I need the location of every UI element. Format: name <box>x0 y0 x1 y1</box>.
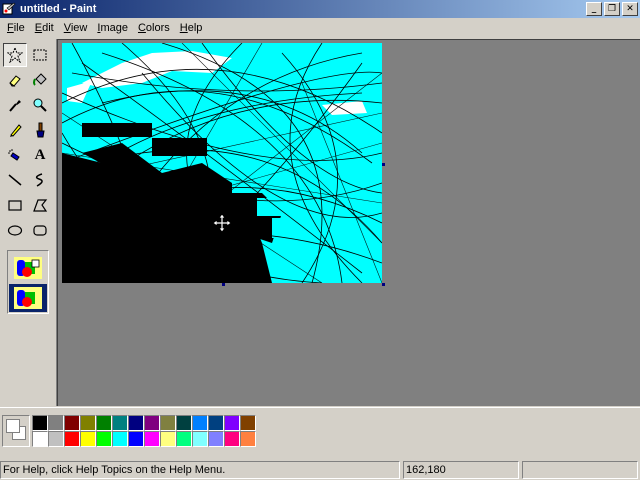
menu-image[interactable]: Image <box>92 20 133 37</box>
palette-color-swatch[interactable] <box>80 415 96 431</box>
canvas-drawing <box>62 43 382 283</box>
tool-eraser[interactable] <box>3 68 27 92</box>
title-bar[interactable]: untitled - Paint _ ❐ ✕ <box>0 0 640 18</box>
foreground-color <box>6 419 20 433</box>
palette-color-swatch[interactable] <box>176 431 192 447</box>
line-icon <box>8 174 22 186</box>
tool-options-box <box>7 250 49 314</box>
tool-polygon[interactable] <box>28 193 52 217</box>
palette-color-swatch[interactable] <box>192 431 208 447</box>
transparent-selection-option[interactable] <box>9 284 47 312</box>
pencil-icon <box>10 124 22 137</box>
restore-button[interactable]: ❐ <box>604 2 620 16</box>
menu-view[interactable]: View <box>59 20 93 37</box>
drawing-workspace[interactable] <box>57 39 640 406</box>
palette-color-swatch[interactable] <box>48 415 64 431</box>
palette-color-swatch[interactable] <box>96 431 112 447</box>
opaque-selection-option[interactable] <box>9 254 47 282</box>
tool-magnifier[interactable] <box>28 93 52 117</box>
tool-select[interactable] <box>28 43 52 67</box>
palette-color-swatch[interactable] <box>240 415 256 431</box>
close-button[interactable]: ✕ <box>622 2 638 16</box>
transparent-selection-icon <box>14 287 42 309</box>
palette-color-swatch[interactable] <box>208 431 224 447</box>
brush-icon <box>36 122 45 138</box>
text-icon: A <box>34 146 46 163</box>
tool-ellipse[interactable] <box>3 218 27 242</box>
palette-color-swatch[interactable] <box>160 431 176 447</box>
rect-select-icon <box>33 49 47 61</box>
palette-color-swatch[interactable] <box>160 415 176 431</box>
palette-color-swatch[interactable] <box>240 431 256 447</box>
palette-color-swatch[interactable] <box>80 431 96 447</box>
bucket-icon <box>33 73 47 86</box>
eyedropper-icon <box>9 100 21 112</box>
rectangle-icon <box>8 200 22 211</box>
status-coordinates: 162,180 <box>403 461 519 479</box>
drawing-canvas[interactable] <box>62 43 382 283</box>
palette-color-swatch[interactable] <box>48 431 64 447</box>
resize-handle-bottom[interactable] <box>222 283 225 286</box>
tool-rounded-rectangle[interactable] <box>28 218 52 242</box>
status-size <box>522 461 638 479</box>
polygon-icon <box>33 199 48 212</box>
opaque-selection-icon <box>14 257 42 279</box>
resize-handle-right[interactable] <box>382 163 385 166</box>
star-select-icon <box>7 47 23 63</box>
palette-color-swatch[interactable] <box>112 415 128 431</box>
ellipse-icon <box>7 225 23 236</box>
restore-icon: ❐ <box>607 3 617 14</box>
tool-curve[interactable] <box>28 168 52 192</box>
window-title: untitled - Paint <box>20 3 97 15</box>
airbrush-icon <box>8 149 20 161</box>
magnifier-icon <box>33 98 47 112</box>
palette-color-swatch[interactable] <box>224 431 240 447</box>
palette-color-swatch[interactable] <box>32 431 48 447</box>
palette-color-swatch[interactable] <box>96 415 112 431</box>
tool-fill[interactable] <box>28 68 52 92</box>
tool-line[interactable] <box>3 168 27 192</box>
tool-text[interactable]: A <box>28 143 52 167</box>
current-colors <box>2 415 30 447</box>
menu-file[interactable]: File <box>2 20 30 37</box>
tool-pencil[interactable] <box>3 118 27 142</box>
palette-color-swatch[interactable] <box>144 415 160 431</box>
minimize-button[interactable]: _ <box>586 2 602 16</box>
tool-free-form-select[interactable] <box>3 43 27 67</box>
paint-app-icon[interactable] <box>2 2 16 16</box>
tool-airbrush[interactable] <box>3 143 27 167</box>
close-icon: ✕ <box>626 3 634 14</box>
tool-rectangle[interactable] <box>3 193 27 217</box>
toolbox: A <box>0 39 57 406</box>
palette-color-swatch[interactable] <box>208 415 224 431</box>
palette-color-swatch[interactable] <box>144 431 160 447</box>
palette-color-swatch[interactable] <box>64 431 80 447</box>
eraser-icon <box>9 75 21 87</box>
palette-color-swatch[interactable] <box>112 431 128 447</box>
menu-bar: File Edit View Image Colors Help <box>0 19 640 38</box>
palette-color-swatch[interactable] <box>128 431 144 447</box>
status-help-text: For Help, click Help Topics on the Help … <box>0 461 400 479</box>
minimize-icon: _ <box>591 3 597 14</box>
menu-help[interactable]: Help <box>175 20 208 37</box>
tool-brush[interactable] <box>28 118 52 142</box>
palette-color-swatch[interactable] <box>224 415 240 431</box>
palette-color-swatch[interactable] <box>32 415 48 431</box>
menu-edit[interactable]: Edit <box>30 20 59 37</box>
tool-pick-color[interactable] <box>3 93 27 117</box>
palette-color-swatch[interactable] <box>192 415 208 431</box>
palette-color-swatch[interactable] <box>128 415 144 431</box>
color-box <box>0 407 640 457</box>
menu-colors[interactable]: Colors <box>133 20 175 37</box>
curve-icon <box>35 173 43 187</box>
palette-color-swatch[interactable] <box>64 415 80 431</box>
rounded-rect-icon <box>33 225 47 236</box>
palette-color-swatch[interactable] <box>176 415 192 431</box>
status-bar: For Help, click Help Topics on the Help … <box>0 459 640 480</box>
resize-handle-corner[interactable] <box>382 283 385 286</box>
